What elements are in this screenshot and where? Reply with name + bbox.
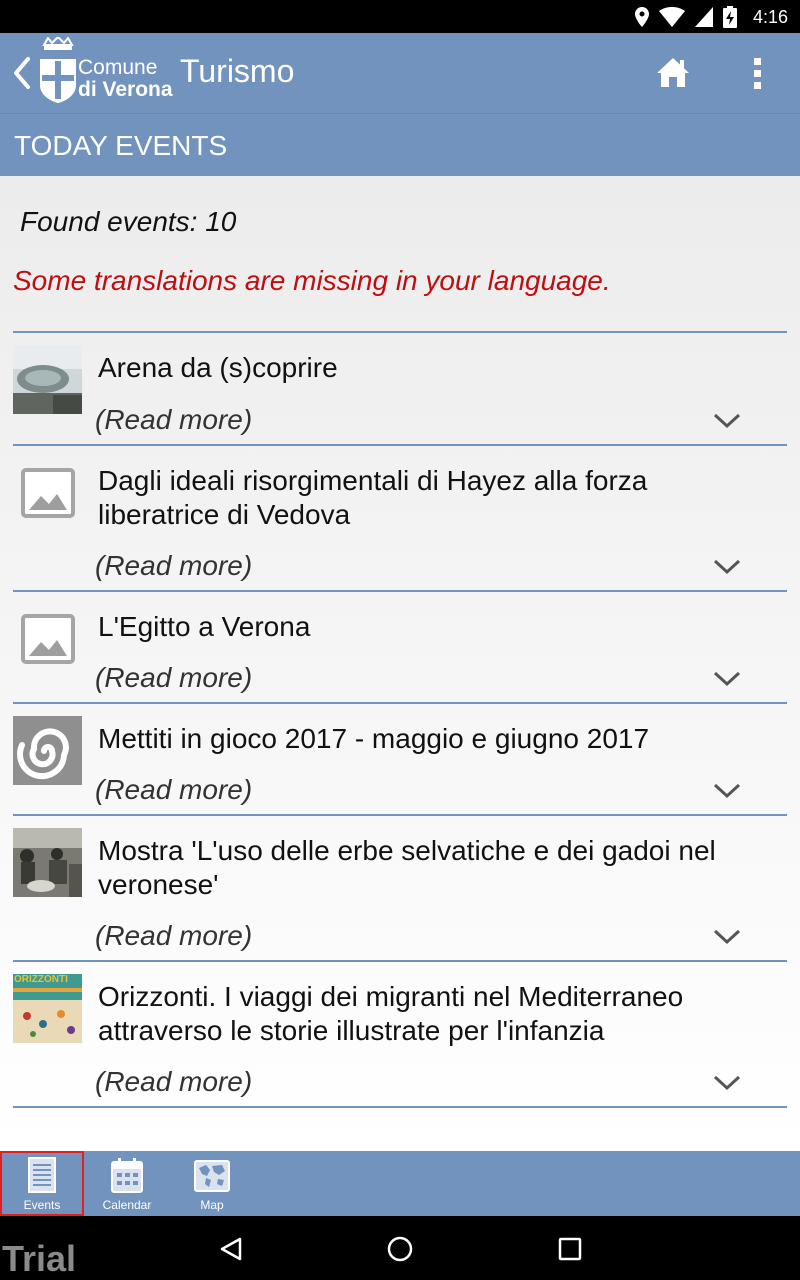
vintage-photo [13, 828, 82, 897]
recents-square-icon[interactable] [558, 1237, 582, 1261]
event-thumbnail: ORIZZONTI [13, 974, 82, 1043]
event-thumbnail [13, 458, 82, 527]
orizzonti-heading: ORIZZONTI [14, 974, 68, 985]
chevron-down-icon[interactable] [713, 782, 741, 800]
list-document-icon [28, 1157, 56, 1193]
logo-line1: Comune [78, 56, 158, 79]
chevron-down-icon[interactable] [713, 558, 741, 576]
event-item-arena[interactable]: Arena da (s)coprire (Read more) [13, 333, 787, 446]
read-more-link[interactable]: (Read more) [95, 1066, 252, 1098]
event-item-mostra[interactable]: Mostra 'L'uso delle erbe selvatiche e de… [13, 816, 787, 962]
image-placeholder-icon [21, 614, 75, 664]
read-more-link[interactable]: (Read more) [95, 404, 252, 436]
comune-di-verona-logo: Comune di Verona [38, 37, 178, 105]
more-vert-icon[interactable] [748, 55, 768, 91]
app-bar: Comune di Verona Turismo [0, 33, 800, 113]
tab-label: Calendar [102, 1198, 152, 1212]
chevron-down-icon[interactable] [713, 412, 741, 430]
spiral-logo [13, 716, 82, 785]
signal-icon [694, 7, 713, 27]
logo-line2: di Verona [78, 78, 173, 101]
tab-calendar[interactable]: Calendar [85, 1151, 169, 1216]
event-thumbnail [13, 828, 82, 897]
event-item-orizzonti[interactable]: ORIZZONTI Orizzonti. I viaggi dei migran… [13, 962, 787, 1108]
back-triangle-icon[interactable] [218, 1236, 244, 1262]
read-more-link[interactable]: (Read more) [95, 920, 252, 952]
tab-events[interactable]: Events [0, 1151, 84, 1216]
read-more-link[interactable]: (Read more) [95, 774, 252, 806]
read-more-link[interactable]: (Read more) [95, 662, 252, 694]
status-time: 4:16 [752, 6, 788, 27]
verona-crest-icon [40, 37, 76, 103]
battery-charging-icon [722, 6, 737, 28]
event-item-egitto[interactable]: L'Egitto a Verona (Read more) [13, 592, 787, 704]
image-placeholder-icon [21, 468, 75, 518]
location-icon [634, 7, 649, 27]
event-title: L'Egitto a Verona [98, 611, 311, 642]
event-title: Arena da (s)coprire [98, 352, 338, 383]
section-title: TODAY EVENTS [14, 130, 228, 161]
event-item-mettiti[interactable]: Mettiti in gioco 2017 - maggio e giugno … [13, 704, 787, 816]
translation-warning: Some translations are missing in your la… [13, 265, 611, 296]
event-title: Mostra 'L'uso delle erbe selvatiche e de… [98, 835, 716, 900]
chevron-down-icon[interactable] [713, 1074, 741, 1092]
event-item-hayez[interactable]: Dagli ideali risorgimentali di Hayez all… [13, 446, 787, 592]
event-thumbnail [13, 716, 82, 785]
home-icon[interactable] [655, 55, 691, 91]
tab-label: Map [200, 1198, 224, 1212]
event-title: Dagli ideali risorgimentali di Hayez all… [98, 465, 648, 530]
system-navigation-bar: Trial [0, 1216, 800, 1280]
status-icons: 4:16 [634, 5, 788, 29]
wifi-icon [658, 7, 685, 27]
chevron-down-icon[interactable] [713, 670, 741, 688]
section-header: TODAY EVENTS [0, 113, 800, 176]
status-bar: 4:16 [0, 0, 800, 33]
events-list: Arena da (s)coprire (Read more) Dagli id… [13, 331, 787, 1108]
found-events-count: Found events: 10 [20, 206, 237, 237]
tab-label: Events [23, 1198, 61, 1212]
tab-map[interactable]: Map [170, 1151, 254, 1216]
event-title: Mettiti in gioco 2017 - maggio e giugno … [98, 723, 650, 754]
home-circle-icon[interactable] [386, 1235, 414, 1263]
chevron-down-icon[interactable] [713, 928, 741, 946]
read-more-link[interactable]: (Read more) [95, 550, 252, 582]
bottom-navigation: Events Calendar Map [0, 1151, 800, 1216]
calendar-icon [111, 1158, 143, 1193]
events-content[interactable]: Found events: 10 Some translations are m… [0, 176, 800, 1151]
back-icon[interactable] [8, 55, 36, 91]
world-map-icon [194, 1160, 230, 1192]
arena-photo [13, 345, 82, 414]
event-thumbnail [13, 604, 82, 673]
trial-watermark: Trial [2, 1238, 77, 1279]
event-thumbnail [13, 345, 82, 414]
logo-text: Comune di Verona [78, 57, 173, 101]
event-title: Orizzonti. I viaggi dei migranti nel Med… [98, 981, 684, 1046]
app-title: Turismo [180, 53, 295, 89]
